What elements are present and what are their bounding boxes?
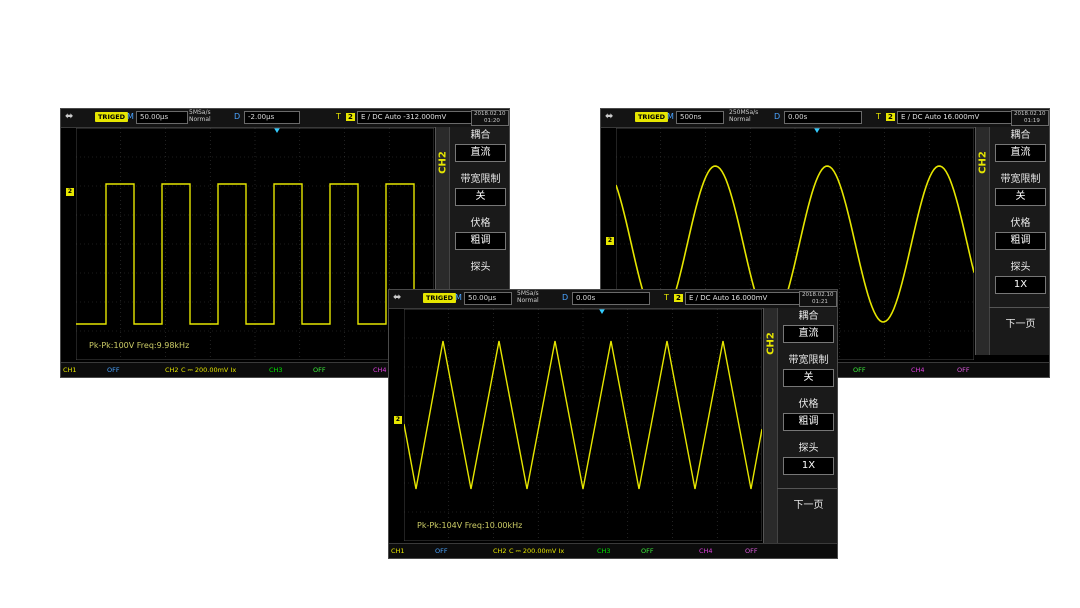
next-page-button[interactable]: 下一页 bbox=[989, 307, 1049, 358]
delay-label: D bbox=[562, 293, 569, 302]
date-time: 2018.02.10 01:19 bbox=[1011, 110, 1049, 126]
trigger-status-badge: TRIGED bbox=[635, 112, 669, 122]
channel-2-ground-marker[interactable]: 2 bbox=[394, 416, 402, 424]
waveform-trace-triangle bbox=[404, 340, 762, 490]
trigger-channel-badge: 2 bbox=[674, 294, 683, 302]
ch4-label[interactable]: CH4 bbox=[699, 547, 713, 555]
trigger-label: T bbox=[664, 293, 669, 302]
ch4-label[interactable]: CH4 bbox=[911, 366, 925, 374]
ch2-status: C ⎓ 200.00mV Ix bbox=[509, 547, 565, 555]
sample-rate: 5MSa/s Normal bbox=[189, 109, 211, 123]
ch3-status: OFF bbox=[313, 366, 326, 374]
ch1-label[interactable]: CH1 bbox=[63, 366, 77, 374]
timebase-value[interactable]: 500ns bbox=[676, 111, 724, 124]
channel-status-bar: CH1 OFF CH2 C ⎓ 200.00mV Ix CH3 OFF CH4 … bbox=[389, 543, 837, 558]
ch1-label[interactable]: CH1 bbox=[391, 547, 405, 555]
sample-rate: 5MSa/s Normal bbox=[517, 290, 539, 304]
date-time: 2018.02.10 01:21 bbox=[799, 291, 837, 307]
status-bar: ⬌ TRIGED M 50.00μs 5MSa/s Normal D -2.00μ… bbox=[61, 109, 509, 128]
delay-value[interactable]: -2.00μs bbox=[244, 111, 300, 124]
timebase-label: M bbox=[455, 293, 462, 302]
menu-item-bandwidth[interactable]: 带宽限制关 bbox=[449, 173, 509, 206]
timebase-value[interactable]: 50.00μs bbox=[464, 292, 512, 305]
ch2-status: C ⎓ 200.00mV Ix bbox=[181, 366, 237, 374]
menu-item-coupling[interactable]: 耦合 直流 bbox=[989, 129, 1049, 162]
waveform-grid bbox=[76, 128, 434, 360]
measurement-readout: Pk-Pk:104V Freq:10.00kHz bbox=[417, 521, 523, 530]
channel-2-ground-marker[interactable]: 2 bbox=[66, 188, 74, 196]
status-bar: ⬌ TRIGED M 500ns 250MSa/s Normal D 0.00s … bbox=[601, 109, 1049, 128]
trigger-label: T bbox=[876, 112, 881, 121]
menu-item-volts-div[interactable]: 伏格 粗调 bbox=[989, 217, 1049, 250]
scope-screen-triangle: ⬌ TRIGED M 50.00μs 5MSa/s Normal D 0.00s … bbox=[388, 289, 838, 559]
timebase-value[interactable]: 50.00μs bbox=[136, 111, 188, 124]
ch4-status: OFF bbox=[745, 547, 758, 555]
ch3-status: OFF bbox=[853, 366, 866, 374]
menu-item-coupling[interactable]: 耦合 直流 bbox=[449, 129, 509, 162]
grid-svg bbox=[404, 309, 762, 541]
menu-item-volts-div[interactable]: 伏格 粗调 bbox=[777, 398, 837, 431]
trigger-status-badge: TRIGED bbox=[95, 112, 129, 122]
menu-item-probe[interactable]: 探头 bbox=[449, 261, 509, 274]
menu-item-bandwidth[interactable]: 带宽限制关 bbox=[777, 354, 837, 387]
ch4-status: OFF bbox=[957, 366, 970, 374]
delay-label: D bbox=[774, 112, 781, 121]
status-bar: ⬌ TRIGED M 50.00μs 5MSa/s Normal D 0.00s … bbox=[389, 290, 837, 309]
waveform-grid bbox=[404, 309, 762, 541]
trigger-settings[interactable]: E / DC Auto -312.000mV bbox=[357, 111, 473, 124]
trigger-settings[interactable]: E / DC Auto 16.000mV bbox=[897, 111, 1013, 124]
trigger-status-badge: TRIGED bbox=[423, 293, 457, 303]
next-page-button[interactable]: 下一页 bbox=[777, 488, 837, 545]
ch1-status: OFF bbox=[435, 547, 448, 555]
menu-channel-tab: CH2 bbox=[976, 127, 990, 355]
ch3-status: OFF bbox=[641, 547, 654, 555]
grid-svg bbox=[76, 128, 434, 360]
menu-channel-tab: CH2 bbox=[764, 308, 778, 546]
menu-item-probe[interactable]: 探头 1X bbox=[989, 261, 1049, 294]
menu-item-volts-div[interactable]: 伏格 粗调 bbox=[449, 217, 509, 250]
channel-2-ground-marker[interactable]: 2 bbox=[606, 237, 614, 245]
channel-menu: CH2 耦合 直流 带宽限制关 伏格 粗调 探头 1X 下一页 bbox=[763, 308, 837, 546]
usb-icon: ⬌ bbox=[65, 111, 74, 122]
delay-label: D bbox=[234, 112, 241, 121]
trigger-label: T bbox=[336, 112, 341, 121]
usb-icon: ⬌ bbox=[393, 292, 402, 303]
ch1-status: OFF bbox=[107, 366, 120, 374]
trigger-settings[interactable]: E / DC Auto 16.000mV bbox=[685, 292, 801, 305]
measurement-readout: Pk-Pk:100V Freq:9.98kHz bbox=[89, 341, 190, 350]
timebase-label: M bbox=[667, 112, 674, 121]
trigger-channel-badge: 2 bbox=[346, 113, 355, 121]
ch2-label[interactable]: CH2 bbox=[493, 547, 507, 555]
date-time: 2018.02.10 01:20 bbox=[471, 110, 509, 126]
delay-value[interactable]: 0.00s bbox=[572, 292, 650, 305]
sample-rate: 250MSa/s Normal bbox=[729, 109, 759, 123]
ch3-label[interactable]: CH3 bbox=[269, 366, 283, 374]
menu-item-coupling[interactable]: 耦合 直流 bbox=[777, 310, 837, 343]
menu-item-bandwidth[interactable]: 带宽限制关 bbox=[989, 173, 1049, 206]
ch4-label[interactable]: CH4 bbox=[373, 366, 387, 374]
timebase-label: M bbox=[127, 112, 134, 121]
ch2-label[interactable]: CH2 bbox=[165, 366, 179, 374]
menu-item-probe[interactable]: 探头 1X bbox=[777, 442, 837, 475]
trigger-channel-badge: 2 bbox=[886, 113, 895, 121]
channel-menu: CH2 耦合 直流 带宽限制关 伏格 粗调 探头 1X 下一页 bbox=[975, 127, 1049, 358]
delay-value[interactable]: 0.00s bbox=[784, 111, 862, 124]
ch3-label[interactable]: CH3 bbox=[597, 547, 611, 555]
usb-icon: ⬌ bbox=[605, 111, 614, 122]
